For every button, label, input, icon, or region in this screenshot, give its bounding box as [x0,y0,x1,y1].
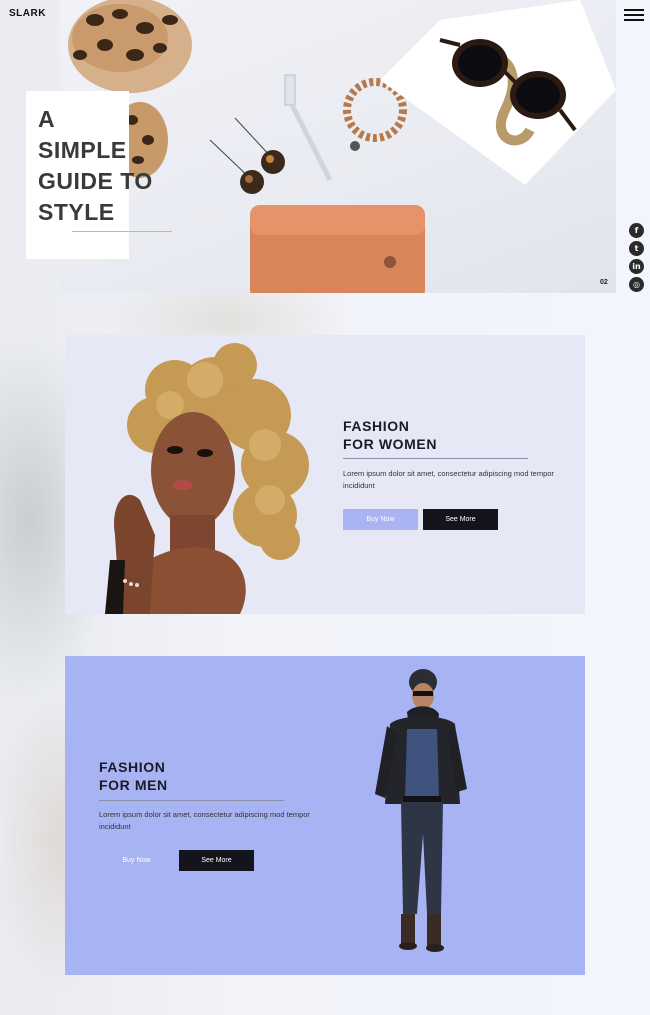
hamburger-icon[interactable] [624,9,644,23]
brand-logo[interactable]: SLARK [9,8,46,19]
hero-title: A SIMPLE GUIDE TO STYLE [38,104,158,228]
women-section: FASHION FOR WOMEN Lorem ipsum dolor sit … [65,335,585,614]
women-description: Lorem ipsum dolor sit amet, consectetur … [343,469,554,490]
women-title: FASHION FOR WOMEN [343,417,437,453]
hero-title-line: STYLE [38,199,115,225]
hero-title-line: SIMPLE [38,137,127,163]
women-divider [343,458,528,459]
slide-number: 02 [600,279,608,286]
women-buy-now-button[interactable]: Buy Now [343,509,418,530]
men-section: FASHION FOR MEN Lorem ipsum dolor sit am… [65,656,585,975]
hero-title-line: GUIDE TO [38,168,153,194]
women-title-line1: FASHION [343,418,410,434]
men-description: Lorem ipsum dolor sit amet, consectetur … [99,810,310,831]
men-title: FASHION FOR MEN [99,758,168,794]
hero-title-line: A [38,106,56,132]
men-title-line1: FASHION [99,759,166,775]
instagram-icon[interactable]: ◎ [629,277,644,292]
men-title-line2: FOR MEN [99,777,168,793]
men-see-more-button[interactable]: See More [179,850,254,871]
men-divider [99,800,284,801]
twitter-icon[interactable]: t [629,241,644,256]
social-links: f t in ◎ [629,223,645,295]
hero-divider [72,231,172,232]
facebook-icon[interactable]: f [629,223,644,238]
men-buy-now-button[interactable]: Buy Now [99,850,174,871]
women-model-image [105,343,309,614]
linkedin-icon[interactable]: in [629,259,644,274]
women-title-line2: FOR WOMEN [343,436,438,452]
men-model-image [375,669,467,952]
women-see-more-button[interactable]: See More [423,509,498,530]
